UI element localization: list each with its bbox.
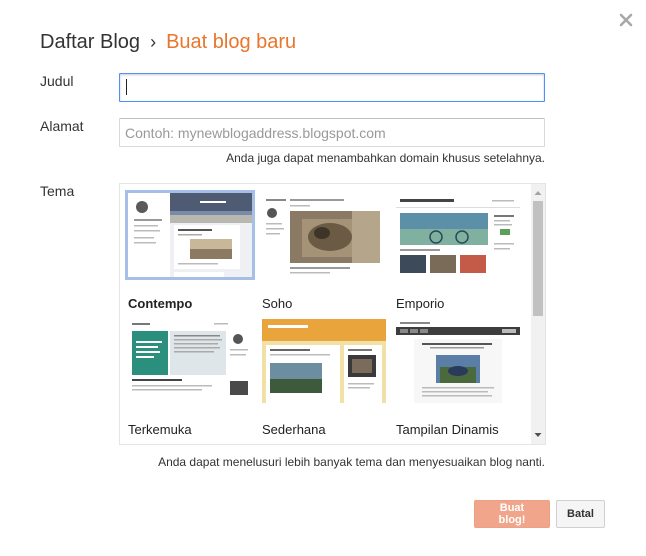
scroll-up-arrow[interactable] — [531, 186, 545, 200]
theme-thumbnail-emporio — [396, 193, 520, 277]
theme-name-contempo: Contempo — [128, 296, 193, 311]
theme-picker: Contempo Soho Emporio Terkemuka Sederhan… — [119, 183, 546, 445]
text-cursor — [126, 79, 127, 95]
theme-name-terkemuka: Terkemuka — [128, 422, 192, 437]
breadcrumb-blog-list-link[interactable]: Daftar Blog — [40, 31, 140, 53]
page-title: Buat blog baru — [166, 31, 297, 53]
title-input[interactable] — [119, 73, 545, 102]
theme-name-tampilan-dinamis: Tampilan Dinamis — [396, 422, 499, 437]
triangle-up-icon — [534, 191, 542, 195]
themes-hint: Anda dapat menelusuri lebih banyak tema … — [158, 455, 545, 469]
create-blog-button[interactable]: Buat blog! — [474, 500, 550, 528]
address-label: Alamat — [40, 118, 84, 134]
cancel-button[interactable]: Batal — [556, 500, 605, 528]
theme-name-soho: Soho — [262, 296, 293, 311]
theme-thumbnail-contempo — [125, 190, 255, 280]
close-button[interactable] — [616, 10, 636, 30]
theme-thumbnail-tampilan-dinamis — [396, 319, 520, 403]
theme-thumbnail-terkemuka — [128, 319, 252, 403]
close-icon — [619, 13, 633, 27]
scroll-thumb[interactable] — [533, 201, 543, 316]
theme-thumbnail-sederhana — [262, 319, 386, 403]
address-input[interactable] — [119, 118, 545, 147]
theme-name-sederhana: Sederhana — [262, 422, 326, 437]
title-label: Judul — [40, 73, 74, 89]
breadcrumb-separator: › — [150, 32, 157, 52]
theme-scrollbar[interactable] — [531, 184, 545, 444]
domain-hint: Anda juga dapat menambahkan domain khusu… — [226, 151, 545, 165]
theme-label: Tema — [40, 183, 75, 199]
triangle-down-icon — [534, 433, 542, 437]
breadcrumb: Daftar Blog › Buat blog baru — [40, 30, 296, 54]
scroll-down-arrow[interactable] — [531, 428, 545, 442]
theme-thumbnail-soho — [262, 193, 386, 277]
theme-name-emporio: Emporio — [396, 296, 445, 311]
